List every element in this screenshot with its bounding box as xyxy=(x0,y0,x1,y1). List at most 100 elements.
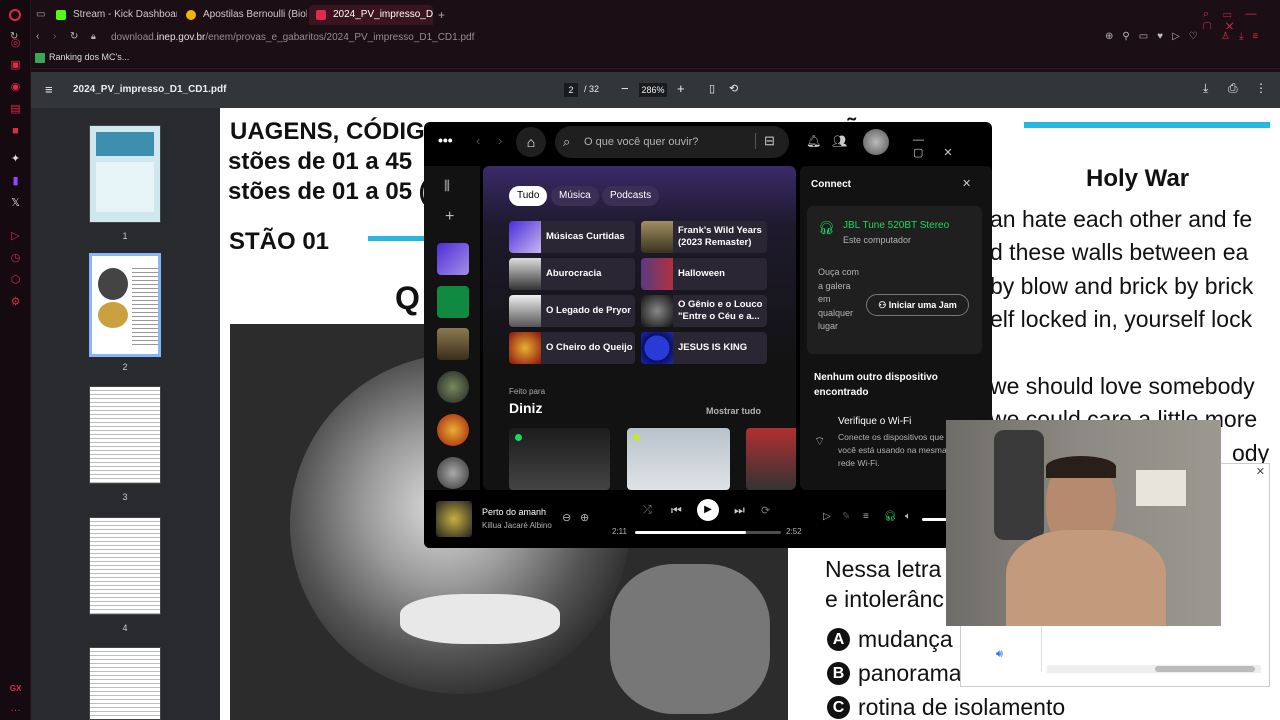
friends-icon[interactable]: 👥︎ xyxy=(832,134,847,148)
option-c-badge: C xyxy=(827,696,850,719)
pdf-menu-icon[interactable]: ≡ xyxy=(45,82,53,97)
tab-bernoulli[interactable]: Apostilas Bernoulli (Biolog xyxy=(179,5,307,25)
tile-album[interactable]: Frank's Wild Years (2023 Remaster) xyxy=(641,221,767,253)
spotify-back-icon[interactable]: ‹ xyxy=(476,133,480,148)
library-item[interactable] xyxy=(437,328,469,360)
tab-menu-icon[interactable]: ▭ xyxy=(36,9,45,20)
player-icon[interactable]: ▷ xyxy=(9,230,22,243)
refresh-icon[interactable]: ↻ xyxy=(70,31,78,42)
thumbnail-page-1[interactable] xyxy=(89,125,161,223)
volume-icon[interactable]: 🔈︎ xyxy=(905,511,911,522)
tile-album[interactable]: Halloween xyxy=(641,258,767,290)
page-number-input[interactable]: 2 xyxy=(564,83,578,97)
volume-icon[interactable]: 🔊︎ xyxy=(996,648,1003,661)
repeat-icon[interactable]: ⟳ xyxy=(761,504,770,517)
url-field[interactable]: download.inep.gov.br/enem/provas_e_gabar… xyxy=(111,30,474,46)
connect-close-icon[interactable]: ✕ xyxy=(962,177,971,190)
opera-logo-icon[interactable] xyxy=(9,9,21,21)
twitch-app-icon[interactable]: ▮ xyxy=(9,175,22,188)
zoom-out-icon[interactable]: − xyxy=(621,81,629,96)
saved-episodes-icon[interactable] xyxy=(437,286,469,318)
spotify-forward-icon[interactable]: › xyxy=(498,133,502,148)
bookmark-ranking[interactable]: Ranking dos MC's... xyxy=(49,52,129,62)
zoom-in-icon[interactable]: + xyxy=(677,81,685,96)
made-for-name[interactable]: Diniz xyxy=(509,400,542,416)
widget-close-icon[interactable]: ✕ xyxy=(1256,465,1265,478)
connect-device-icon[interactable]: 🎧︎ xyxy=(884,511,897,522)
track-title[interactable]: Perto do amanh xyxy=(482,507,546,517)
home-icon[interactable]: ⌂ xyxy=(516,127,546,157)
chip-all[interactable]: Tudo xyxy=(509,186,548,206)
tile-liked-songs[interactable]: Músicas Curtidas xyxy=(509,221,635,253)
start-jam-button[interactable]: ⚇ Iniciar uma Jam xyxy=(866,294,969,316)
rotate-icon[interactable]: ⟲ xyxy=(729,82,738,95)
library-icon[interactable]: ⫼ xyxy=(444,178,450,194)
next-icon[interactable]: ⏭︎ xyxy=(734,503,745,518)
address-bar-actions[interactable]: ⊕⚲▭♥▷♡ xyxy=(1105,31,1207,42)
previous-icon[interactable]: ⏮︎ xyxy=(671,503,682,518)
fit-page-icon[interactable]: ▯ xyxy=(709,82,715,95)
browse-icon[interactable]: ⊟ xyxy=(755,133,775,149)
thumbnail-page-4[interactable] xyxy=(89,517,161,615)
pdf-more-icon[interactable]: ⋮ xyxy=(1255,81,1267,95)
library-artist[interactable] xyxy=(437,371,469,403)
mix-card[interactable] xyxy=(509,428,610,490)
tab-kick[interactable]: Stream - Kick Dashboard xyxy=(49,5,177,25)
track-artist[interactable]: Killua Jacaré Albino xyxy=(482,521,552,530)
back-icon[interactable]: ‹ xyxy=(36,31,39,42)
thumbnail-page-3[interactable] xyxy=(89,386,161,484)
current-device-card: 🎧︎ JBL Tune 520BT Stereo Este computador… xyxy=(807,206,982,354)
messenger-icon[interactable]: ◉ xyxy=(9,81,22,94)
widget-scrollbar[interactable] xyxy=(1047,665,1261,673)
forward-icon[interactable]: › xyxy=(53,31,56,42)
print-icon[interactable]: ⎙ xyxy=(1228,81,1238,96)
thumbnail-page-2[interactable] xyxy=(89,253,161,357)
download-icon[interactable]: ⤓ xyxy=(1203,81,1208,96)
zoom-input[interactable]: 286% xyxy=(639,83,667,97)
tile-album[interactable]: Aburocracia xyxy=(509,258,635,290)
spotify-menu-icon[interactable]: ••• xyxy=(438,132,453,148)
new-tab-icon[interactable]: + xyxy=(438,8,445,22)
search-input[interactable]: ⌕ O que você quer ouvir? ⊟ xyxy=(555,126,789,158)
thumbnail-page-5[interactable] xyxy=(89,647,161,720)
now-playing-cover[interactable] xyxy=(436,501,472,537)
tile-album[interactable]: O Gênio e o Louco "Entre o Céu e a... xyxy=(641,295,767,327)
mix-card[interactable] xyxy=(746,428,796,490)
add-icon[interactable]: ⊕ xyxy=(580,511,589,524)
remove-icon[interactable]: ⊖ xyxy=(562,511,571,524)
show-all-link[interactable]: Mostrar tudo xyxy=(706,406,761,416)
chip-podcasts[interactable]: Podcasts xyxy=(602,186,660,206)
chip-music[interactable]: Música xyxy=(551,186,599,206)
mix-card[interactable] xyxy=(627,428,730,490)
lyric-line: d these walls between ea xyxy=(990,239,1249,265)
music-icon[interactable]: ■ xyxy=(9,125,22,138)
history-icon[interactable]: ◷ xyxy=(9,252,22,265)
kick-icon[interactable]: ✦ xyxy=(9,153,22,166)
twitch-icon[interactable]: ▣ xyxy=(9,59,22,72)
extensions-icon[interactable]: ⬡ xyxy=(9,274,22,287)
tile-album[interactable]: O Cheiro do Queijo xyxy=(509,332,635,364)
tab-pdf[interactable]: 2024_PV_impresso_D1_CD xyxy=(309,5,433,25)
more-icon[interactable]: … xyxy=(9,702,22,715)
tile-album[interactable]: O Legado de Pryor xyxy=(509,295,635,327)
reload-icon[interactable]: ↻ xyxy=(10,31,18,42)
tile-title: O Gênio e o Louco "Entre o Céu e a... xyxy=(678,299,763,322)
x-icon[interactable]: 𝕏 xyxy=(9,197,22,210)
spotify-window-controls[interactable]: —▢✕ xyxy=(913,134,992,159)
tile-album[interactable]: JESUS IS KING xyxy=(641,332,767,364)
now-playing-view-icon[interactable]: ▷ xyxy=(823,511,831,522)
progress-bar[interactable] xyxy=(635,531,781,534)
settings-icon[interactable]: ⚙ xyxy=(9,296,22,309)
lyrics-icon[interactable]: ✎ xyxy=(842,511,850,522)
create-playlist-icon[interactable]: + xyxy=(445,208,454,226)
play-button[interactable]: ▶ xyxy=(697,499,719,521)
avatar[interactable] xyxy=(863,129,889,155)
queue-icon[interactable]: ≡ xyxy=(863,511,869,522)
library-artist[interactable] xyxy=(437,457,469,489)
liked-songs-icon[interactable] xyxy=(437,243,469,275)
discord-icon[interactable]: ▤ xyxy=(9,103,22,116)
shuffle-icon[interactable]: ⤮ xyxy=(643,504,652,517)
profile-actions[interactable]: ♙⤓≡ xyxy=(1221,31,1267,42)
notifications-icon[interactable]: 🔔︎ xyxy=(806,134,821,148)
library-artist[interactable] xyxy=(437,414,469,446)
